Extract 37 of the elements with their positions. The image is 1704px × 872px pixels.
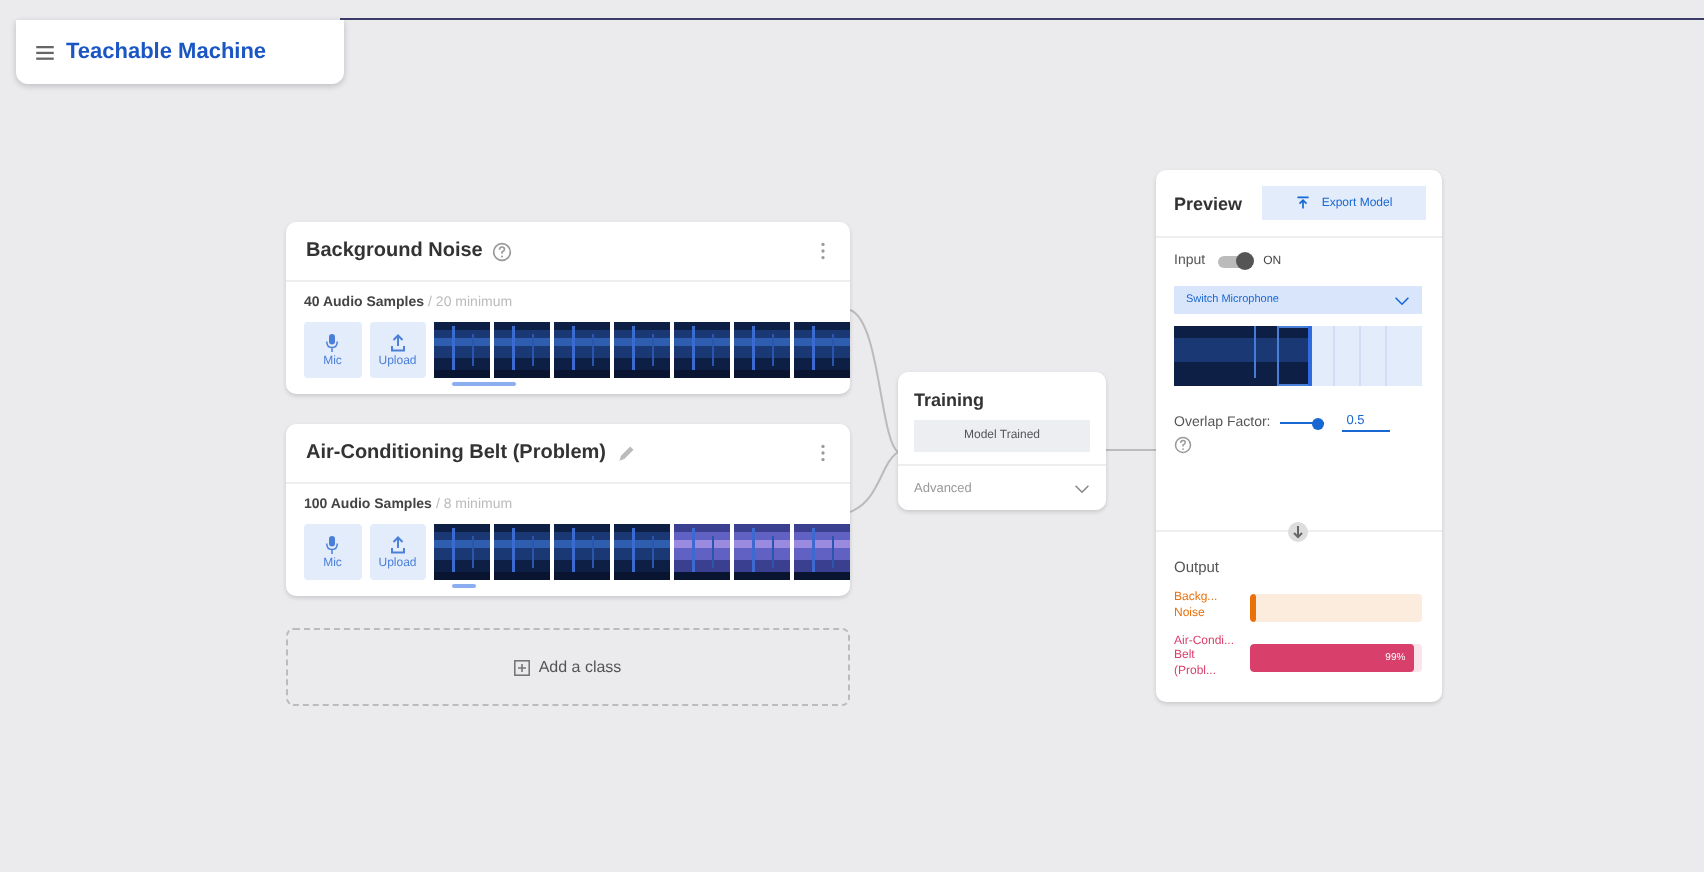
input-toggle[interactable] <box>1217 255 1252 267</box>
chevron-down-icon <box>1074 483 1090 493</box>
preview-title: Preview <box>1174 193 1243 213</box>
spectrogram-image[interactable] <box>494 322 550 378</box>
upload-icon <box>1295 196 1310 210</box>
connector-line <box>1105 449 1157 451</box>
plus-icon <box>514 659 531 675</box>
help-icon[interactable] <box>1174 436 1192 454</box>
spectrogram-image[interactable] <box>674 524 730 580</box>
microphone-icon <box>324 535 341 553</box>
arrow-down-icon <box>1288 522 1308 542</box>
spectrogram-image[interactable] <box>554 524 610 580</box>
class-name: Air-Conditioning Belt (Problem) <box>306 442 606 464</box>
spectrogram-image[interactable] <box>494 524 550 580</box>
chevron-down-icon <box>1394 295 1410 305</box>
spectrogram-image[interactable] <box>734 524 790 580</box>
upload-icon <box>389 333 406 351</box>
overlap-slider[interactable] <box>1280 417 1325 429</box>
spectrogram-image[interactable] <box>734 322 790 378</box>
help-icon[interactable] <box>492 241 513 261</box>
spectrogram-image[interactable] <box>434 322 490 378</box>
training-title: Training <box>912 388 987 414</box>
spectrogram-image[interactable] <box>614 524 670 580</box>
menu-icon[interactable] <box>36 45 54 59</box>
spectrogram-image[interactable] <box>794 322 850 378</box>
spectrogram-image[interactable] <box>794 524 850 580</box>
class-name: Background Noise <box>306 240 483 262</box>
spectrogram-image[interactable] <box>674 322 730 378</box>
app-title[interactable]: Teachable Machine <box>66 40 267 64</box>
spectrogram-image[interactable] <box>614 322 670 378</box>
add-class-button[interactable]: Add a class <box>286 628 850 706</box>
spectrogram-image[interactable] <box>434 524 490 580</box>
spectrogram-image[interactable] <box>554 322 610 378</box>
more-icon[interactable] <box>820 444 826 462</box>
upload-icon <box>389 535 406 553</box>
microphone-icon <box>324 333 341 351</box>
more-icon[interactable] <box>820 242 826 260</box>
